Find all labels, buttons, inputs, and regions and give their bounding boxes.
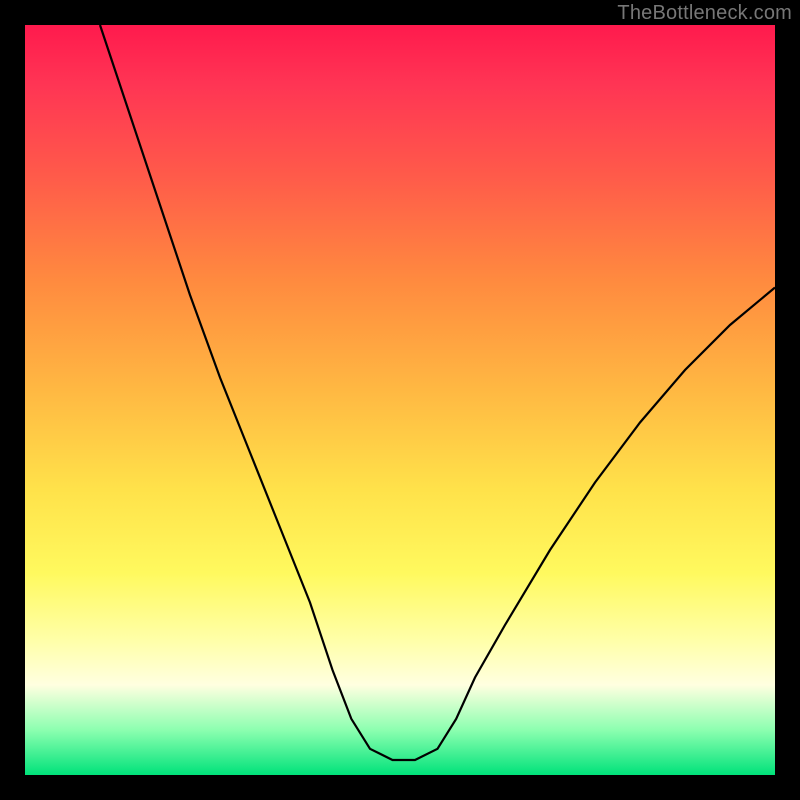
curve-layer [25, 25, 775, 775]
bottleneck-curve [100, 25, 775, 760]
optimal-band [351, 719, 464, 760]
chart-frame: TheBottleneck.com [0, 0, 800, 800]
watermark-text: TheBottleneck.com [617, 2, 792, 25]
plot-area [25, 25, 775, 775]
